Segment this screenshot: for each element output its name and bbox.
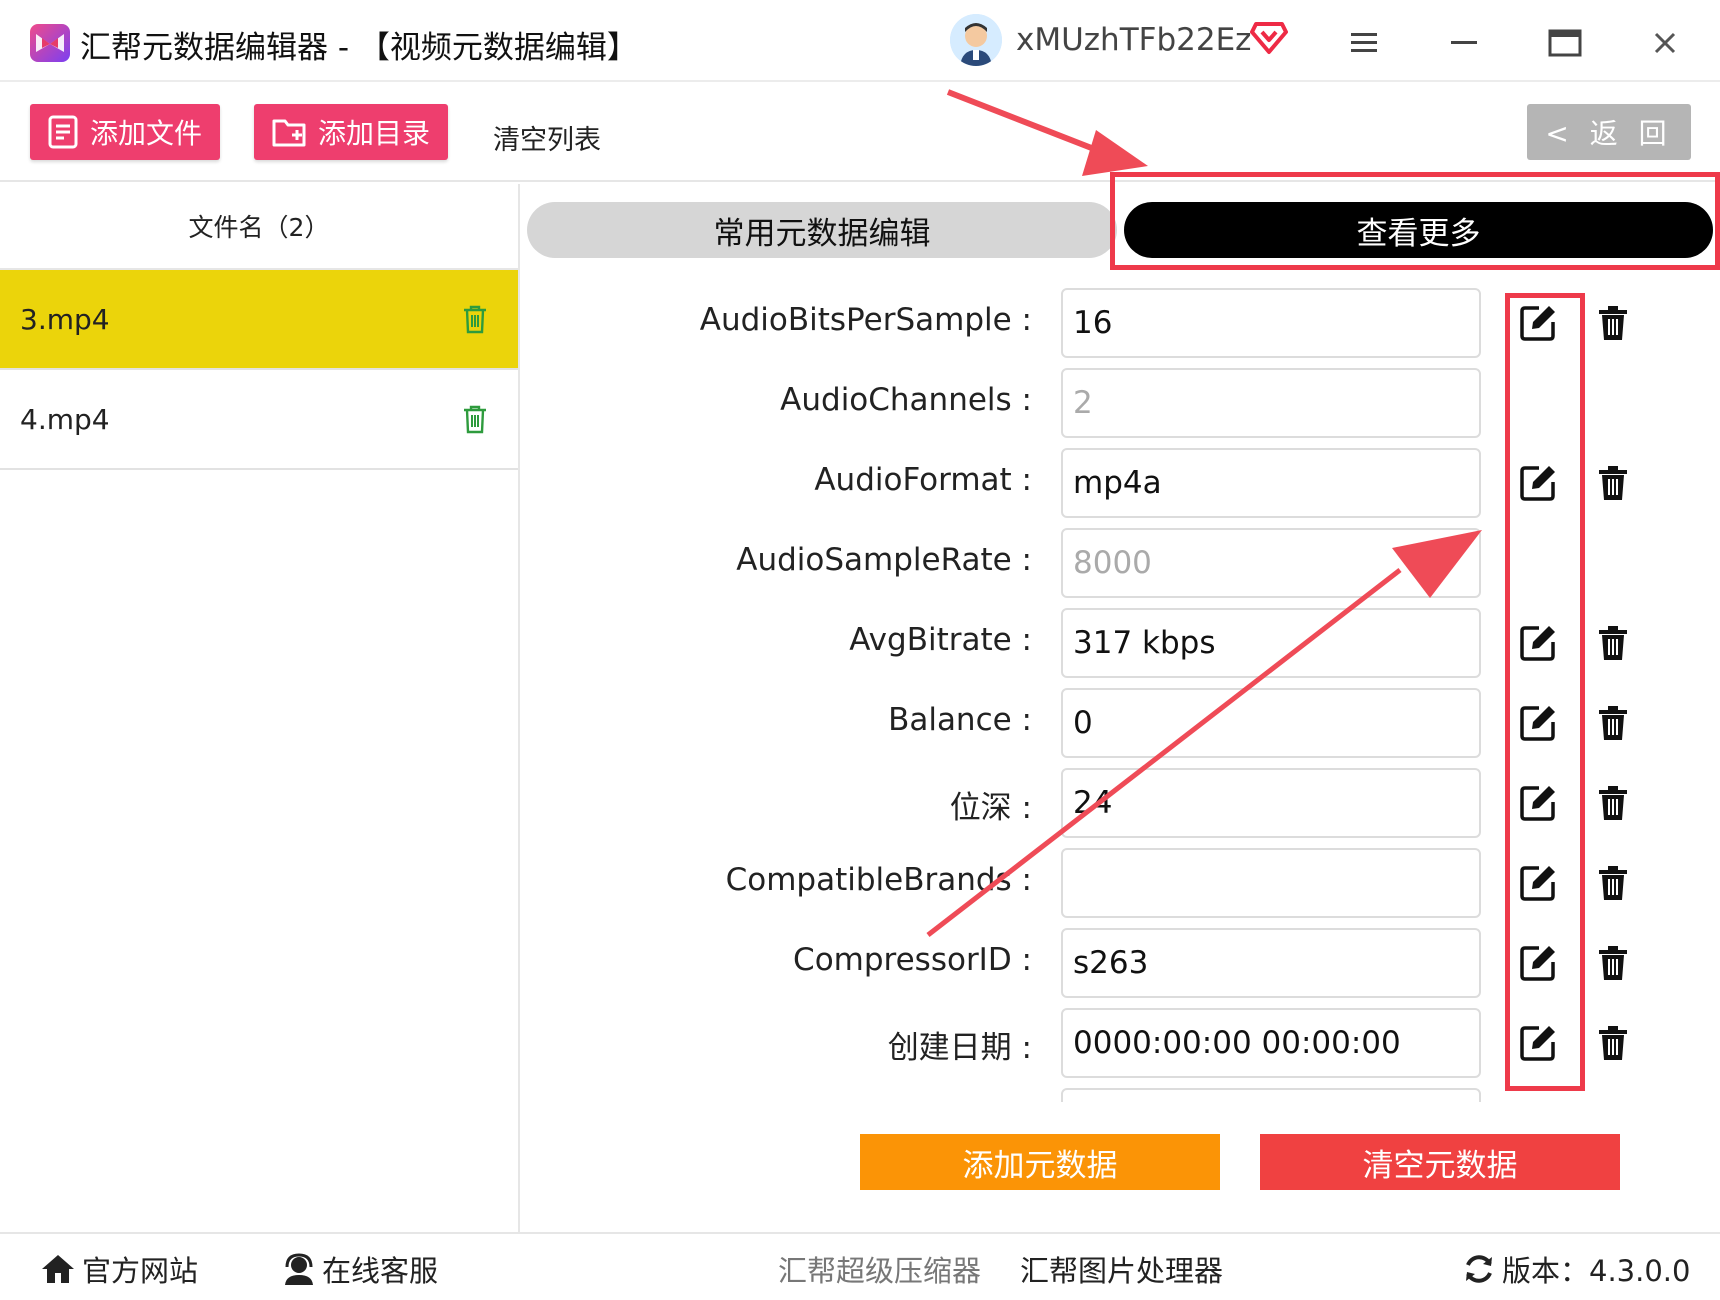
- close-icon: [1654, 32, 1676, 54]
- refresh-icon: [1466, 1255, 1492, 1283]
- toolbar: 添加文件 添加目录 清空列表 < 返 回: [0, 84, 1720, 182]
- trash-icon[interactable]: [462, 304, 488, 334]
- support-headset-icon: [285, 1253, 313, 1285]
- metadata-label: 位深 :: [949, 790, 1032, 826]
- file-list-icon: [48, 115, 78, 149]
- vip-diamond-icon[interactable]: [1250, 20, 1288, 56]
- version-info[interactable]: 版本：4.3.0.0: [1462, 1248, 1690, 1290]
- metadata-value-field[interactable]: 16: [1061, 288, 1481, 358]
- metadata-label: Balance :: [888, 702, 1032, 738]
- file-name: 4.mp4: [20, 402, 110, 436]
- tab-common-metadata[interactable]: 常用元数据编辑: [527, 202, 1117, 258]
- maximize-button[interactable]: [1540, 18, 1590, 68]
- home-icon: [42, 1255, 74, 1283]
- menu-button[interactable]: [1340, 18, 1390, 68]
- metadata-label: 创建日期 :: [887, 1030, 1032, 1066]
- annotation-highlight-box: [1110, 172, 1720, 270]
- window-title: 汇帮元数据编辑器 - 【视频元数据编辑】: [80, 30, 638, 66]
- online-support-link[interactable]: 在线客服: [282, 1248, 438, 1290]
- metadata-label: AvgBitrate :: [849, 622, 1032, 658]
- title-bar: 汇帮元数据编辑器 - 【视频元数据编辑】 xMUzhTFb22Ez: [0, 0, 1720, 82]
- metadata-value-field[interactable]: 0000:00:00 00:00:00: [1061, 1008, 1481, 1078]
- metadata-label: AudioBitsPerSample :: [699, 302, 1032, 338]
- annotation-highlight-box: [1505, 293, 1585, 1091]
- delete-icon[interactable]: [1598, 866, 1628, 900]
- metadata-value-field[interactable]: [1061, 848, 1481, 918]
- metadata-value-field[interactable]: s263: [1061, 928, 1481, 998]
- trash-icon[interactable]: [462, 404, 488, 434]
- metadata-value-field[interactable]: 2: [1061, 368, 1481, 438]
- add-directory-button[interactable]: 添加目录: [254, 104, 449, 160]
- add-file-label: 添加文件: [90, 117, 203, 150]
- username: xMUzhTFb22Ez: [1016, 22, 1252, 58]
- delete-icon[interactable]: [1598, 466, 1628, 500]
- user-avatar[interactable]: [950, 14, 1002, 66]
- official-website-link[interactable]: 官方网站: [40, 1248, 198, 1290]
- file-list-header: 文件名（2）: [0, 184, 518, 270]
- online-support-label: 在线客服: [322, 1254, 439, 1288]
- close-button[interactable]: [1640, 18, 1690, 68]
- metadata-label: AudioSampleRate :: [736, 542, 1032, 578]
- delete-icon[interactable]: [1598, 626, 1628, 660]
- metadata-value-field[interactable]: 24: [1061, 768, 1481, 838]
- add-metadata-button[interactable]: 添加元数据: [860, 1134, 1220, 1190]
- image-processor-link[interactable]: 汇帮图片处理器: [1020, 1248, 1223, 1290]
- file-list-panel: 文件名（2） 3.mp4 4.mp4: [0, 184, 520, 1232]
- metadata-value-field[interactable]: 8000: [1061, 528, 1481, 598]
- clear-list-button[interactable]: 清空列表: [493, 118, 601, 157]
- official-website-label: 官方网站: [82, 1254, 199, 1288]
- back-button[interactable]: < 返 回: [1527, 104, 1691, 160]
- metadata-value-field[interactable]: [1061, 1088, 1481, 1102]
- metadata-label: CompatibleBrands :: [725, 862, 1032, 898]
- footer: 官方网站 在线客服 汇帮超级压缩器 汇帮图片处理器 版本：4.3.0.0: [0, 1232, 1720, 1300]
- minimize-icon: [1451, 41, 1477, 44]
- delete-icon[interactable]: [1598, 1026, 1628, 1060]
- delete-icon[interactable]: [1598, 946, 1628, 980]
- metadata-value-field[interactable]: mp4a: [1061, 448, 1481, 518]
- metadata-label: AudioChannels :: [780, 382, 1032, 418]
- avatar-icon: [950, 14, 1002, 66]
- app-logo-icon: [30, 24, 70, 62]
- metadata-value-field[interactable]: 317 kbps: [1061, 608, 1481, 678]
- compressor-link[interactable]: 汇帮超级压缩器: [778, 1248, 981, 1290]
- delete-icon[interactable]: [1598, 306, 1628, 340]
- metadata-value-field[interactable]: 0: [1061, 688, 1481, 758]
- hamburger-icon: [1351, 33, 1377, 52]
- delete-icon[interactable]: [1598, 786, 1628, 820]
- add-folder-icon: [272, 119, 306, 147]
- delete-icon[interactable]: [1598, 706, 1628, 740]
- metadata-label: CompressorID :: [793, 942, 1032, 978]
- add-file-button[interactable]: 添加文件: [30, 104, 221, 160]
- minimize-button[interactable]: [1440, 18, 1490, 68]
- file-row[interactable]: 4.mp4: [0, 370, 518, 470]
- file-name: 3.mp4: [20, 302, 110, 336]
- metadata-label: AudioFormat :: [814, 462, 1032, 498]
- maximize-icon: [1548, 29, 1582, 57]
- add-directory-label: 添加目录: [318, 117, 431, 150]
- version-label: 版本：4.3.0.0: [1502, 1254, 1691, 1288]
- file-row[interactable]: 3.mp4: [0, 270, 518, 370]
- clear-metadata-button[interactable]: 清空元数据: [1260, 1134, 1620, 1190]
